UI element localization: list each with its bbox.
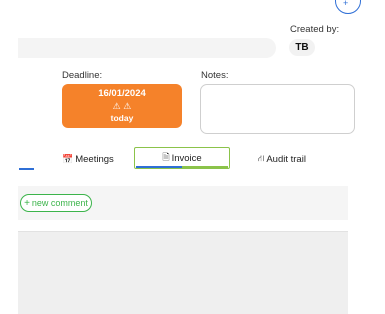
tab-invoice-label: Invoice (171, 152, 202, 164)
deadline-date: 16/01/2024 (98, 88, 146, 99)
tab-meetings-label: Meetings (75, 153, 114, 165)
notes-field[interactable] (200, 84, 355, 134)
notes-label: Notes: (201, 70, 229, 81)
tab-audit-trail-label: Audit trail (266, 153, 306, 165)
title-field[interactable] (18, 38, 276, 58)
warning-icon: ⚠ ⚠ (112, 101, 132, 111)
document-icon: 🗎 (162, 152, 170, 162)
add-icon: + (343, 0, 349, 8)
creator-avatar: TB (289, 39, 315, 56)
tab-audit-trail[interactable]: ⛙ Audit trail (258, 152, 306, 166)
active-tab-underline (136, 166, 228, 168)
tab-meetings[interactable]: 📅 Meetings (62, 152, 114, 166)
audit-trail-icon: ⛙ (258, 153, 265, 163)
new-comment-button[interactable]: + new comment (20, 194, 92, 212)
deadline-relative: today (110, 113, 134, 123)
new-comment-label: new comment (31, 198, 88, 208)
created-by-label: Created by: (290, 24, 340, 35)
deadline-label: Deadline: (62, 70, 103, 81)
plus-icon: + (24, 197, 30, 209)
deadline-badge[interactable]: 16/01/2024 ⚠ ⚠ today (62, 84, 182, 128)
tab-scroll-indicator (19, 168, 34, 170)
calendar-icon: 📅 (62, 153, 74, 164)
invoice-content-panel (18, 232, 348, 314)
add-button[interactable]: + (335, 0, 361, 14)
